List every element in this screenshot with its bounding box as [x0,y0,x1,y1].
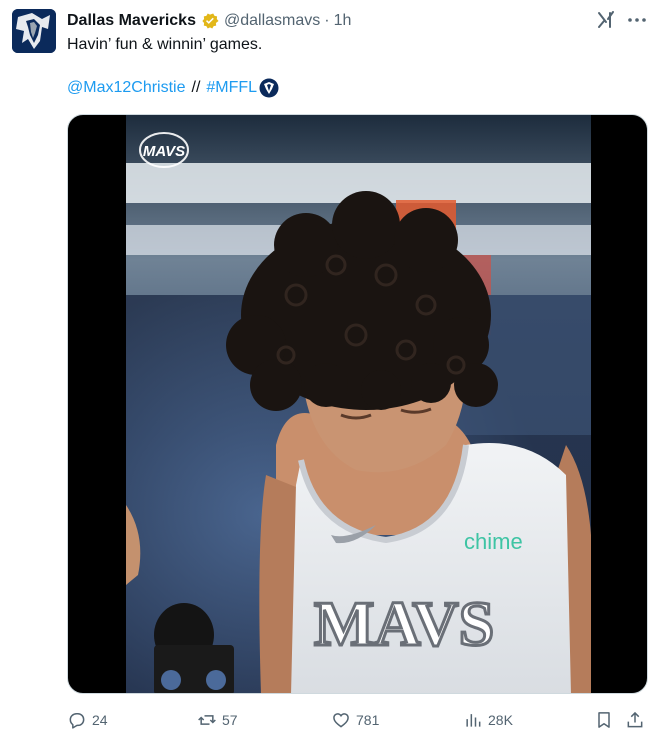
author-name[interactable]: Dallas Mavericks [67,12,196,30]
mavs-hashflag-icon [259,78,279,98]
verified-badge-icon[interactable] [200,11,220,31]
bookmark-button[interactable] [594,708,614,732]
author-handle[interactable]: @dallasmavs [224,12,320,30]
video-frame-image: chime MAVS [126,115,591,693]
repost-count: 57 [222,712,238,728]
tweet-timestamp[interactable]: 1h [334,12,352,30]
tweet-text: Havin’ fun & winnin’ games. [67,36,263,53]
analytics-icon [466,714,481,727]
mavs-watermark-logo: MAVS [138,131,190,169]
grok-icon[interactable] [596,10,616,30]
bookmark-icon [598,712,610,728]
like-button[interactable]: 781 [331,708,379,732]
view-count: 28K [488,712,513,728]
repost-button[interactable]: 57 [197,708,238,732]
share-icon [627,711,643,728]
jersey-sponsor-text: chime [464,529,523,554]
tweet-actions-bar: 24 57 781 28K [67,708,647,732]
more-options-icon[interactable] [626,10,648,30]
mavericks-logo-icon [12,9,56,53]
slash-separator: // [191,79,201,96]
separator-dot: · [324,12,330,29]
jersey-lettering-text: MAVS [314,588,494,659]
reply-icon [69,713,85,729]
tweet-video[interactable]: chime MAVS MAVS [67,114,648,694]
repost-icon [198,715,216,725]
like-count: 781 [356,712,380,728]
hashtag-link[interactable]: #MFFL [206,78,257,98]
reply-count: 24 [92,712,108,728]
reply-button[interactable]: 24 [67,708,108,732]
svg-text:MAVS: MAVS [143,143,185,160]
mention-link[interactable]: @Max12Christie [67,78,186,98]
tweet-links-line: @Max12Christie // #MFFL [67,78,279,98]
share-button[interactable] [625,708,645,732]
views-button[interactable]: 28K [463,708,513,732]
tweet-header: Dallas Mavericks @dallasmavs · 1h [67,10,648,32]
author-avatar[interactable] [12,9,56,53]
heart-icon [333,713,349,728]
